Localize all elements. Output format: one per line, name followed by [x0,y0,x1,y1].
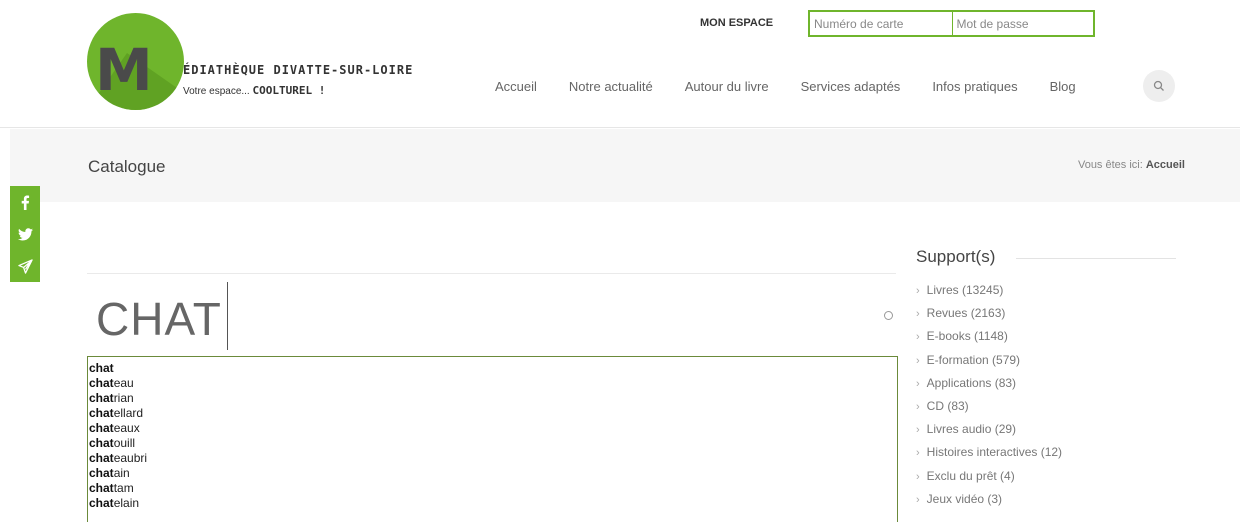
suggestion-rest: rian [113,391,134,405]
logo-tagline-bold: COOLTUREL ! [252,84,326,97]
suggestion-match: chat [89,391,114,405]
sidebar-item-revues[interactable]: › Revues (2163) [916,305,1062,328]
suggestion-match: chat [89,481,114,495]
password-input[interactable] [951,12,1093,35]
list-item[interactable]: chateau [89,376,897,391]
autocomplete-list: chat chateau chatrian chatellard chateau… [87,356,898,522]
login-form [808,10,1095,37]
page-titlebar: Catalogue Vous êtes ici: Accueil [10,129,1240,202]
list-item[interactable]: chateaux [89,421,897,436]
loading-spinner-icon [884,311,893,320]
send-icon[interactable] [10,250,40,282]
breadcrumb: Vous êtes ici: Accueil [1078,159,1185,171]
chevron-right-icon: › [916,447,920,460]
suggestion-match: chat [89,406,114,420]
sidebar-item-ebooks[interactable]: › E-books (1148) [916,328,1062,351]
chevron-right-icon: › [916,377,920,390]
sidebar-item-label: Jeux vidéo (3) [926,491,1003,506]
breadcrumb-home-link[interactable]: Accueil [1146,159,1185,171]
suggestion-rest: tam [113,481,134,495]
card-number-input[interactable] [810,12,952,35]
nav-services-adaptes[interactable]: Services adaptés [801,79,901,94]
sidebar-item-eformation[interactable]: › E-formation (579) [916,352,1062,375]
chevron-right-icon: › [916,308,920,321]
site-logo[interactable]: M ÉDIATHÈQUE DIVATTE-SUR-LOIRE Votre esp… [87,13,412,113]
suggestion-rest: eau [113,376,134,390]
logo-name: ÉDIATHÈQUE DIVATTE-SUR-LOIRE [183,63,414,77]
nav-actualite[interactable]: Notre actualité [569,79,653,94]
page-title: Catalogue [88,157,166,176]
suggestion-match: chat [89,451,114,465]
suggestion-match: chat [89,421,114,435]
logo-tagline: Votre espace... COOLTUREL ! [183,84,325,97]
suggestion-rest: ouill [113,436,136,450]
list-item[interactable]: chateaubri [89,451,897,466]
support-filter-list: › Livres (13245) › Revues (2163) › E-books … [916,282,1062,514]
nav-accueil[interactable]: Accueil [495,79,537,94]
text-caret [227,282,228,350]
social-bar [10,186,40,282]
sidebar-title: Support(s) [916,247,996,266]
chevron-right-icon: › [916,354,920,367]
search-icon [1153,80,1164,91]
suggestion-match: chat [89,466,114,480]
sidebar-item-label: Livres (13245) [926,283,1004,297]
breadcrumb-prefix: Vous êtes ici: [1077,159,1143,171]
header-search-button[interactable] [1143,70,1175,102]
twitter-icon[interactable] [10,218,40,250]
suggestion-rest: ellard [113,406,144,420]
chevron-right-icon: › [916,331,920,344]
sidebar-item-jeux-video[interactable]: › Jeux vidéo (3) [916,491,1062,514]
sidebar-item-label: E-formation (579) [926,352,1021,367]
list-item[interactable]: chatelain [89,496,897,511]
mon-espace-label: MON ESPACE [700,17,774,29]
suggestion-rest: eaubri [113,451,148,465]
site-header: M ÉDIATHÈQUE DIVATTE-SUR-LOIRE Votre esp… [0,0,1240,128]
suggestion-rest: eaux [113,421,140,435]
sidebar-item-label: Revues (2163) [926,306,1006,321]
list-item[interactable]: chatouill [89,436,897,451]
chevron-right-icon: › [916,424,920,437]
sidebar-item-label: Livres audio (29) [926,422,1017,437]
list-item[interactable]: chatellard [89,406,897,421]
sidebar-item-histoires-interactives[interactable]: › Histoires interactives (12) [916,444,1062,467]
logo-circle: M [87,13,184,110]
chevron-right-icon: › [916,493,920,506]
sidebar-title-divider [1016,258,1176,259]
chevron-right-icon: › [916,400,920,413]
logo-tagline-prefix: Votre espace... [183,86,250,97]
suggestion-match: chat [89,496,114,510]
suggestion-rest: elain [113,496,140,510]
sidebar-item-applications[interactable]: › Applications (83) [916,375,1062,398]
sidebar-item-label: CD (83) [926,398,969,413]
suggestion-match: chat [89,361,114,375]
nav-infos-pratiques[interactable]: Infos pratiques [932,79,1017,94]
list-item[interactable]: chattam [89,481,897,496]
sidebar-item-livres-audio[interactable]: › Livres audio (29) [916,421,1062,444]
suggestion-rest: ain [113,466,130,480]
list-item[interactable]: chatrian [89,391,897,406]
nav-blog[interactable]: Blog [1050,79,1076,94]
suggestion-match: chat [89,436,114,450]
sidebar-item-label: E-books (1148) [926,329,1008,344]
sidebar-item-label: Applications (83) [926,375,1017,390]
catalogue-search-box[interactable]: CHAT [87,273,896,357]
sidebar-item-label: Exclu du prêt (4) [926,468,1015,483]
chevron-right-icon: › [916,285,920,297]
catalogue-search-input[interactable]: CHAT [96,292,222,346]
nav-autour-du-livre[interactable]: Autour du livre [685,79,769,94]
logo-letter: M [95,36,153,104]
facebook-icon[interactable] [10,186,40,218]
chevron-right-icon: › [916,470,920,483]
sidebar-item-livres[interactable]: › Livres (13245) [916,282,1062,305]
suggestion-match: chat [89,376,114,390]
main-nav: Accueil Notre actualité Autour du livre … [495,70,1108,102]
list-item[interactable]: chat [89,361,897,376]
sidebar-item-cd[interactable]: › CD (83) [916,398,1062,421]
sidebar-item-label: Histoires interactives (12) [926,445,1063,460]
list-item[interactable]: chatain [89,466,897,481]
sidebar-item-exclu-du-pret[interactable]: › Exclu du prêt (4) [916,468,1062,491]
